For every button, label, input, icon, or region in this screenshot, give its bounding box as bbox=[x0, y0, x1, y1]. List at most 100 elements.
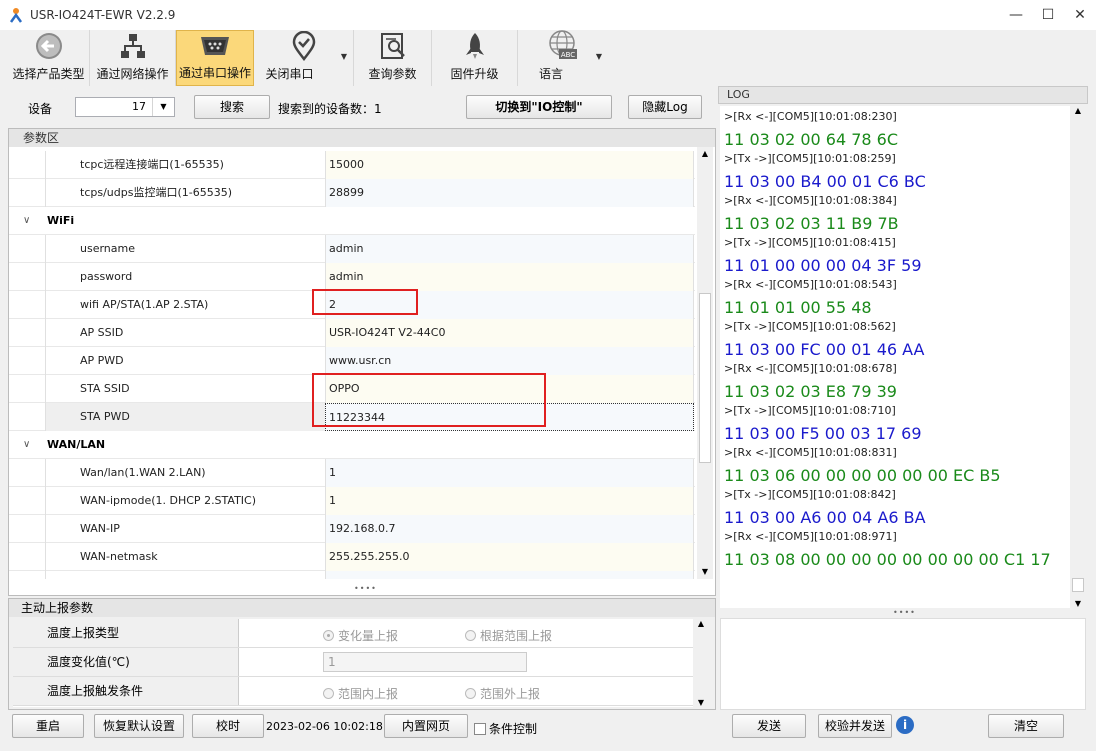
param-value[interactable]: 1 bbox=[325, 459, 694, 487]
radio-dot bbox=[465, 688, 476, 699]
log-scrollbar[interactable]: ▲ ▼ bbox=[1070, 106, 1086, 608]
param-value[interactable]: admin bbox=[325, 235, 694, 263]
report-scrollbar[interactable]: ▲ ▼ bbox=[693, 619, 709, 707]
toolbar-label: 查询参数 bbox=[368, 67, 417, 81]
radio-change-report[interactable]: 变化量上报 bbox=[323, 627, 398, 644]
sync-time-button[interactable]: 校时 bbox=[192, 714, 264, 738]
chevron-down-icon[interactable]: ▼ bbox=[152, 98, 174, 116]
scroll-thumb[interactable] bbox=[699, 293, 711, 463]
param-value[interactable]: USR-IO424T V2-44C0 bbox=[325, 319, 694, 347]
param-row[interactable]: AP SSID USR-IO424T V2-44C0 bbox=[9, 319, 695, 347]
condition-control-checkbox[interactable]: 条件控制 bbox=[474, 720, 537, 737]
param-name: WAN-netmask bbox=[45, 543, 325, 571]
param-row[interactable]: password admin bbox=[9, 263, 695, 291]
restore-defaults-button[interactable]: 恢复默认设置 bbox=[94, 714, 184, 738]
close-serial-button[interactable]: 关闭串口 ▼ bbox=[254, 30, 354, 86]
scroll-up-icon[interactable]: ▲ bbox=[1070, 106, 1086, 115]
splitter-handle[interactable]: •••• bbox=[354, 584, 377, 593]
radio-in-range[interactable]: 范围内上报 bbox=[323, 685, 398, 702]
firmware-upgrade-button[interactable]: 固件升级 bbox=[432, 30, 518, 86]
report-header: 主动上报参数 bbox=[9, 599, 715, 617]
category-wifi[interactable]: ∨ WiFi bbox=[9, 207, 695, 235]
splitter-handle[interactable]: •••• bbox=[893, 608, 916, 617]
select-product-type-button[interactable]: 选择产品类型 bbox=[8, 30, 90, 86]
scroll-down-icon[interactable]: ▼ bbox=[693, 698, 709, 707]
log-send-input[interactable] bbox=[720, 618, 1086, 710]
chevron-down-icon[interactable]: ▼ bbox=[596, 52, 602, 61]
rocket-icon bbox=[459, 30, 491, 61]
chevron-down-icon[interactable]: ▼ bbox=[341, 52, 347, 61]
radio-out-range[interactable]: 范围外上报 bbox=[465, 685, 540, 702]
language-button[interactable]: ABC 语言 ▼ bbox=[518, 30, 608, 86]
param-value[interactable]: 255.255.255.0 bbox=[325, 543, 694, 571]
switch-io-control-button[interactable]: 切换到"IO控制" bbox=[466, 95, 612, 119]
scroll-up-icon[interactable]: ▲ bbox=[697, 147, 713, 161]
scroll-down-icon[interactable]: ▼ bbox=[1070, 599, 1086, 608]
datetime-display: 2023-02-06 10:02:18 1 bbox=[266, 720, 394, 733]
param-value[interactable]: 1 bbox=[325, 487, 694, 515]
param-row[interactable]: username admin bbox=[9, 235, 695, 263]
category-wan-lan[interactable]: ∨ WAN/LAN bbox=[9, 431, 695, 459]
param-row[interactable]: AP PWD www.usr.cn bbox=[9, 347, 695, 375]
toolbar-label: 语言 bbox=[538, 67, 563, 81]
found-count: 搜索到的设备数：1 bbox=[278, 102, 382, 116]
svg-text:ABC: ABC bbox=[561, 51, 575, 59]
maximize-button[interactable]: ☐ bbox=[1032, 0, 1064, 30]
hide-log-button[interactable]: 隐藏Log bbox=[628, 95, 702, 119]
param-value[interactable]: 15000 bbox=[325, 151, 694, 179]
param-value[interactable]: admin bbox=[325, 263, 694, 291]
info-icon[interactable]: i bbox=[896, 716, 914, 734]
log-tx-line: 11 01 00 00 00 04 3F 59 bbox=[724, 256, 922, 275]
verify-send-button[interactable]: 校验并发送 bbox=[818, 714, 892, 738]
builtin-web-button[interactable]: 内置网页 bbox=[384, 714, 468, 738]
query-params-button[interactable]: 查询参数 bbox=[354, 30, 432, 86]
toolbar-label: 固件升级 bbox=[450, 67, 499, 81]
send-button[interactable]: 发送 bbox=[732, 714, 806, 738]
report-name: 温度变化值(℃) bbox=[13, 648, 239, 676]
temp-change-input[interactable]: 1 bbox=[323, 652, 527, 672]
checkbox[interactable] bbox=[474, 722, 486, 735]
toolbar-label: 通过网络操作 bbox=[96, 67, 169, 81]
param-row[interactable]: tcps/udps监控端口(1-65535) 28899 bbox=[9, 179, 695, 207]
scroll-thumb[interactable] bbox=[1072, 578, 1084, 592]
report-params-panel: 主动上报参数 温度上报类型 变化量上报 根据范围上报 温度变化值(℃) 1 温度… bbox=[8, 598, 716, 710]
log-rx-line: 11 03 08 00 00 00 00 00 00 00 00 C1 17 bbox=[724, 550, 1051, 569]
param-area: 参数区 tcpc远程连接端口(1-65535) 15000 tcps/udps监… bbox=[8, 128, 716, 596]
minimize-button[interactable]: — bbox=[1000, 0, 1032, 30]
chevron-down-icon[interactable]: ∨ bbox=[23, 207, 30, 235]
window-title: USR-IO424T-EWR V2.2.9 bbox=[30, 8, 176, 22]
param-scrollbar[interactable]: ▲ ▼ bbox=[697, 147, 713, 579]
close-button[interactable]: ✕ bbox=[1064, 0, 1096, 30]
clear-button[interactable]: 清空 bbox=[988, 714, 1064, 738]
param-row[interactable]: WAN-ipmode(1. DHCP 2.STATIC) 1 bbox=[9, 487, 695, 515]
param-value[interactable]: 192.168.0.1 bbox=[325, 571, 694, 579]
radio-range-report[interactable]: 根据范围上报 bbox=[465, 627, 552, 644]
toolbar-label: 选择产品类型 bbox=[12, 67, 85, 81]
log-header: LOG bbox=[718, 86, 1088, 104]
device-bar: 设备 17 ▼ 搜索 搜索到的设备数：1 切换到"IO控制" 隐藏Log bbox=[8, 86, 716, 126]
param-row[interactable]: WAN-netmask 255.255.255.0 bbox=[9, 543, 695, 571]
app-logo-icon bbox=[8, 7, 24, 23]
param-value[interactable]: www.usr.cn bbox=[325, 347, 694, 375]
scroll-down-icon[interactable]: ▼ bbox=[697, 565, 713, 579]
param-row[interactable]: WAN-gateway 192.168.0.1 bbox=[9, 571, 695, 579]
param-name: STA PWD bbox=[45, 403, 325, 431]
param-value[interactable]: 192.168.0.7 bbox=[325, 515, 694, 543]
param-name: WAN-IP bbox=[45, 515, 325, 543]
report-row: 温度上报触发条件 范围内上报 范围外上报 bbox=[13, 677, 693, 706]
chevron-down-icon[interactable]: ∨ bbox=[23, 431, 30, 459]
log-tx-line: 11 03 00 A6 00 04 A6 BA bbox=[724, 508, 926, 527]
param-row[interactable]: WAN-IP 192.168.0.7 bbox=[9, 515, 695, 543]
device-select[interactable]: 17 ▼ bbox=[75, 97, 175, 117]
param-value[interactable]: 28899 bbox=[325, 179, 694, 207]
search-button[interactable]: 搜索 bbox=[194, 95, 270, 119]
network-operation-button[interactable]: 通过网络操作 bbox=[90, 30, 176, 86]
restart-button[interactable]: 重启 bbox=[12, 714, 84, 738]
report-name: 温度上报类型 bbox=[13, 619, 239, 647]
param-name: username bbox=[45, 235, 325, 263]
param-row[interactable]: tcpc远程连接端口(1-65535) 15000 bbox=[9, 151, 695, 179]
serial-operation-button[interactable]: 通过串口操作 bbox=[176, 30, 254, 86]
param-row[interactable]: Wan/lan(1.WAN 2.LAN) 1 bbox=[9, 459, 695, 487]
scroll-up-icon[interactable]: ▲ bbox=[693, 619, 709, 628]
category-label: WiFi bbox=[47, 214, 75, 227]
